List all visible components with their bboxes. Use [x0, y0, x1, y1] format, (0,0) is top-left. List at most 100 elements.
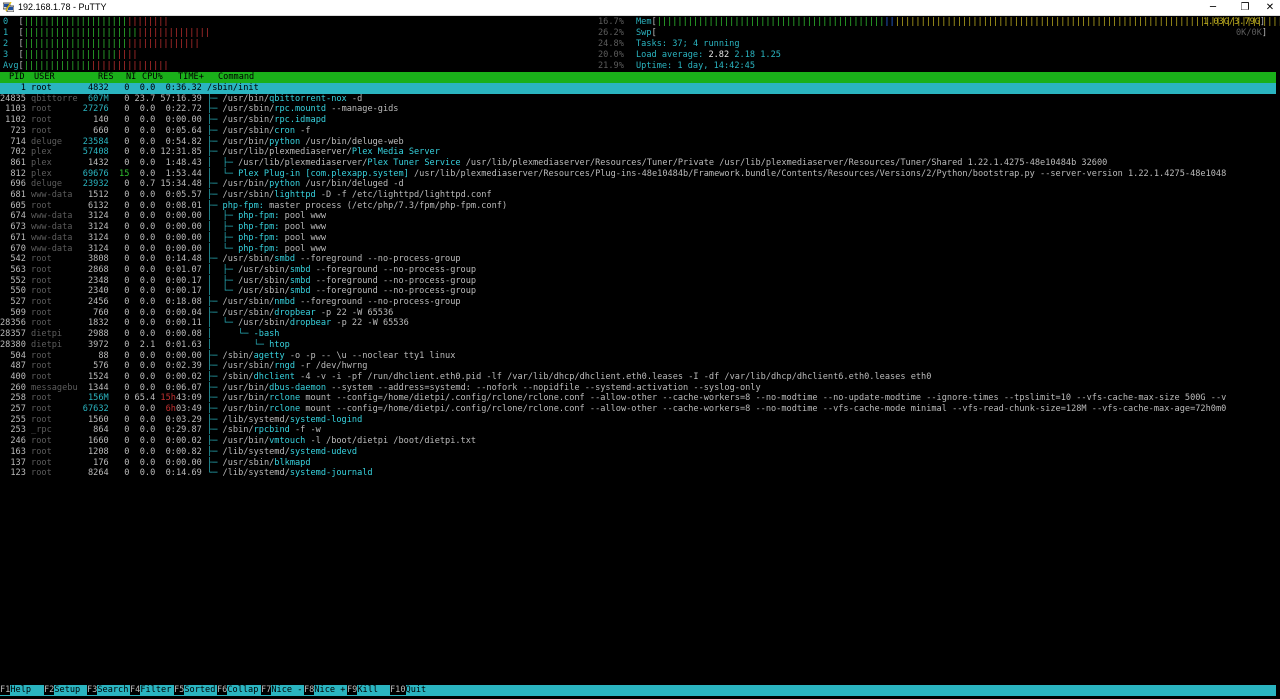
- table-row[interactable]: 696 deluge 23932 0 0.7 15:34.48 ├─ /usr/…: [0, 179, 403, 190]
- col-cpu[interactable]: CPU%: [142, 72, 163, 83]
- cell-res: 23932: [77, 179, 109, 190]
- cell-cpu: 0.7: [129, 179, 156, 190]
- cell-res: 67632: [77, 404, 109, 414]
- table-row[interactable]: 723 root 660 0 0.0 0:05.64 ├─ /usr/sbin/…: [0, 125, 311, 137]
- cell-time: 0:29.87: [155, 425, 202, 436]
- close-button[interactable]: ✕: [1260, 0, 1280, 15]
- table-row[interactable]: 861 plex 1432 0 0.0 1:48.43 │ ├─ /usr/li…: [0, 158, 1107, 169]
- cell-time: 1:48.43: [155, 157, 202, 168]
- fkey-f7[interactable]: F7Nice -: [261, 685, 302, 696]
- fkey-f1[interactable]: F1Help: [0, 685, 41, 696]
- table-row[interactable]: 137 root 176 0 0.0 0:00.00 ├─ /usr/sbin/…: [0, 458, 310, 469]
- col-res[interactable]: RES: [98, 72, 114, 83]
- table-row[interactable]: 673 www-data 3124 0 0.0 0:00.00 │ ├─ php…: [0, 222, 326, 233]
- cell-time: 0:00.02: [155, 371, 202, 382]
- table-row[interactable]: 253 _rpc 864 0 0.0 0:29.87 ├─ /sbin/rpcb…: [0, 425, 321, 436]
- cell-res: 23584: [77, 136, 109, 147]
- cell-args: -f: [295, 125, 311, 136]
- cpu0-percent: 16.7%: [598, 17, 624, 27]
- cell-time: 0:36.32: [155, 83, 202, 93]
- table-row[interactable]: 28380 dietpi 3972 0 2.1 0:01.63 │ └─ hto…: [0, 340, 290, 351]
- cell-time: 0:05.64: [155, 125, 202, 136]
- tree-branch: └─: [207, 468, 223, 479]
- cell-command: /usr/sbin/cron: [222, 125, 295, 136]
- cell-ni: 15: [108, 168, 130, 179]
- tree-branch: │ └─: [207, 168, 239, 179]
- fkey-f4[interactable]: F4Filter: [130, 685, 171, 696]
- cell-cpu: 0.0: [129, 350, 156, 361]
- table-row[interactable]: 28356 root 1832 0 0.0 0:00.11 │ └─ /usr/…: [0, 318, 409, 329]
- tree-branch: ├─: [207, 414, 223, 425]
- fkey-f2[interactable]: F2Setup: [44, 685, 85, 696]
- cell-cpu: 0.0: [129, 125, 156, 136]
- cell-res: 1524: [77, 371, 109, 382]
- minimize-button[interactable]: ─: [1196, 0, 1230, 15]
- col-ni[interactable]: NI: [126, 72, 136, 83]
- table-row[interactable]: 812 plex 69676 15 0.0 1:53.44 │ └─ Plex …: [0, 169, 1226, 180]
- tree-branch: ├─: [207, 404, 223, 414]
- table-row[interactable]: 714 deluge 23584 0 0.0 0:54.82 ├─ /usr/b…: [0, 136, 403, 148]
- table-row[interactable]: 246 root 1660 0 0.0 0:00.02 ├─ /usr/bin/…: [0, 436, 476, 447]
- restore-button[interactable]: ❐: [1228, 0, 1262, 15]
- cell-args: pool www: [279, 211, 327, 222]
- cell-command: /usr/bin/dbus-daemon: [222, 382, 327, 393]
- fkey-f9[interactable]: F9Kill: [347, 685, 388, 696]
- table-row[interactable]: 563 root 2868 0 0.0 0:01.07 │ ├─ /usr/sb…: [0, 265, 476, 276]
- table-row[interactable]: 542 root 3808 0 0.0 0:14.48 ├─ /usr/sbin…: [0, 254, 460, 265]
- fkey-f10[interactable]: F10Quit: [390, 685, 426, 696]
- fkey-f5[interactable]: F5Sorted: [174, 685, 215, 696]
- cell-pid: 255: [0, 414, 26, 425]
- table-row[interactable]: 28357 dietpi 2988 0 0.0 0:00.08 │ └─ -ba…: [0, 329, 279, 340]
- table-row[interactable]: 681 www-data 1512 0 0.0 0:05.57 ├─ /usr/…: [0, 190, 491, 201]
- table-row[interactable]: 671 www-data 3124 0 0.0 0:00.00 │ ├─ php…: [0, 233, 326, 244]
- table-row[interactable]: 702 plex 57408 0 0.0 12:31.85 ├─ /usr/li…: [0, 147, 440, 158]
- cell-pid: 714: [0, 136, 26, 147]
- tree-branch: │ ├─: [207, 211, 239, 222]
- cpu-meter-1: 1 [||||||||||||||||||||||||||||||||||||: [3, 28, 210, 38]
- column-header[interactable]: PID USER RES NI CPU% TIME+ Command: [0, 72, 1276, 83]
- fkey-f8[interactable]: F8Nice +: [304, 685, 345, 696]
- table-row[interactable]: 674 www-data 3124 0 0.0 0:00.00 │ ├─ php…: [0, 211, 326, 222]
- table-row[interactable]: 670 www-data 3124 0 0.0 0:00.00 │ └─ php…: [0, 244, 326, 255]
- table-row[interactable]: 552 root 2348 0 0.0 0:00.17 │ ├─ /usr/sb…: [0, 276, 476, 287]
- cell-ni: 0: [108, 147, 130, 158]
- fkey-f6[interactable]: F6Collap: [217, 685, 258, 696]
- table-row[interactable]: 257 root 67632 0 0.0 6h03:49 ├─ /usr/bin…: [0, 404, 1226, 415]
- fkey-f3[interactable]: F3Search: [87, 685, 128, 696]
- cell-cpu: 0.0: [129, 361, 156, 372]
- tree-branch: ├─: [207, 104, 223, 115]
- cell-ni: 0: [108, 136, 130, 147]
- terminal[interactable]: 0 [|||||||||||||||||||||||||||| 1 [||||||…: [0, 16, 1280, 699]
- table-row[interactable]: 1102 root 140 0 0.0 0:00.00 ├─ /usr/sbin…: [0, 115, 326, 126]
- col-pid[interactable]: PID: [9, 72, 25, 83]
- table-row[interactable]: 260 messagebu 1344 0 0.0 0:06.07 ├─ /usr…: [0, 382, 760, 394]
- cell-pid: 28380: [0, 339, 26, 350]
- table-row[interactable]: 527 root 2456 0 0.0 0:18.08 ├─ /usr/sbin…: [0, 297, 460, 308]
- cell-user: root: [25, 414, 78, 425]
- cell-ni: 0: [108, 446, 130, 457]
- table-row[interactable]: 1103 root 27276 0 0.0 0:22.72 ├─ /usr/sb…: [0, 104, 398, 115]
- cell-command: /usr/sbin/dropbear: [238, 318, 332, 329]
- table-row[interactable]: 504 root 88 0 0.0 0:00.00 ├─ /sbin/agett…: [0, 351, 455, 362]
- table-row[interactable]: 487 root 576 0 0.0 0:02.39 ├─ /usr/sbin/…: [0, 361, 367, 372]
- table-row[interactable]: 123 root 8264 0 0.0 0:14.69 └─ /lib/syst…: [0, 468, 372, 479]
- cpu3-percent: 20.0%: [598, 50, 624, 60]
- cell-cpu: 0.0: [129, 382, 156, 393]
- cell-pid: 723: [0, 125, 26, 136]
- col-command[interactable]: Command: [218, 72, 254, 83]
- col-user[interactable]: USER: [34, 72, 55, 83]
- cell-ni: 0: [108, 329, 130, 340]
- cell-time: 0:00.02: [155, 436, 202, 447]
- table-row[interactable]: 163 root 1208 0 0.0 0:00.82 ├─ /lib/syst…: [0, 447, 357, 458]
- table-row[interactable]: 1 root 4832 0 0.0 0:36.32 /sbin/init: [0, 83, 259, 94]
- cell-ni: 0: [108, 393, 130, 404]
- table-row[interactable]: 258 root 156M 0 65.4 15h43:09 ├─ /usr/bi…: [0, 393, 1226, 404]
- table-row[interactable]: 400 root 1524 0 0.0 0:00.02 ├─ /sbin/dhc…: [0, 372, 931, 383]
- col-time[interactable]: TIME+: [178, 72, 204, 83]
- cell-time: 0:02.39: [155, 361, 202, 372]
- cell-time: 0:08.01: [155, 200, 202, 211]
- cell-ni: 0: [108, 297, 130, 307]
- tree-branch: │ └─: [207, 243, 239, 254]
- cell-cpu: 0.0: [129, 318, 156, 329]
- table-row[interactable]: 550 root 2340 0 0.0 0:00.17 │ └─ /usr/sb…: [0, 286, 476, 297]
